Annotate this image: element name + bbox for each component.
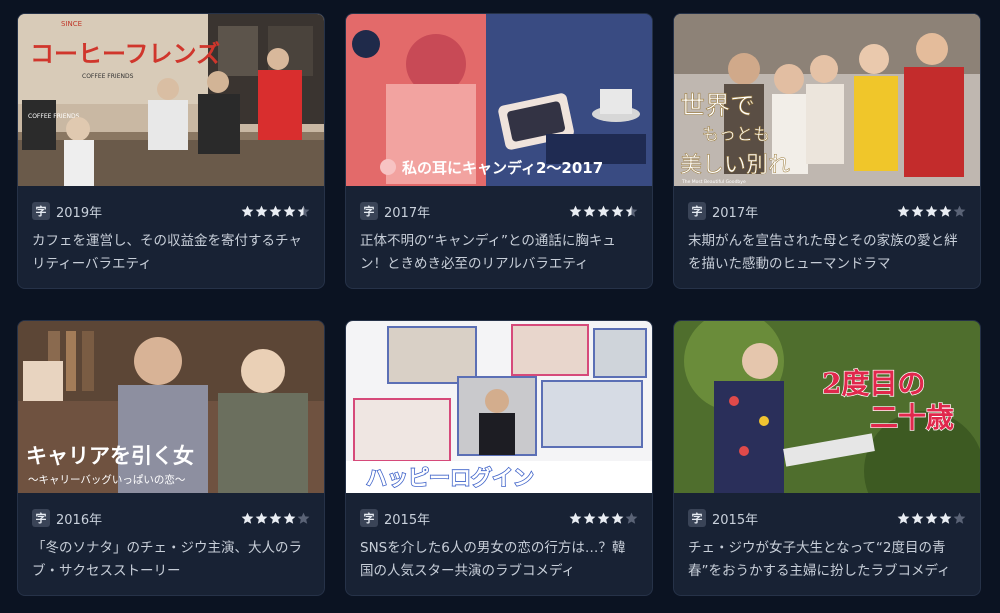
release-year: 2017年 <box>384 205 431 221</box>
rating-stars <box>897 205 966 218</box>
rating-stars <box>241 205 310 218</box>
star-icon-full <box>897 512 910 524</box>
show-logo-title: 私の耳にキャンディ2～2017 <box>401 159 603 177</box>
star-icon-empty <box>297 512 310 524</box>
card-meta: 字 2015年 <box>688 508 966 528</box>
star-icon-full <box>255 512 268 524</box>
card-meta: 字 2015年 <box>360 508 638 528</box>
since-text: SINCE <box>61 20 82 28</box>
show-logo-title: コーヒーフレンズ <box>30 40 220 68</box>
show-logo-title-line3: 美しい別れ <box>680 153 790 178</box>
rating-stars <box>897 512 966 525</box>
thumbnail: ハッピーログイン <box>346 321 652 493</box>
release-year: 2019年 <box>56 205 103 221</box>
subtitle-badge: 字 <box>688 509 706 527</box>
star-icon-full <box>925 512 938 524</box>
card-meta: 字 2017年 <box>688 201 966 221</box>
rating-stars <box>569 205 638 218</box>
program-description: SNSを介した6人の男女の恋の行方は…？韓国の人気スター共演のラブコメディ <box>360 540 626 579</box>
star-icon-full <box>939 512 952 524</box>
program-description: 「冬のソナタ」のチェ・ジウ主演、大人のラブ・サクセスストーリー <box>32 540 302 579</box>
program-card-most-beautiful-goodbye[interactable]: 世界で もっとも 美しい別れ The Most Beautiful Goodby… <box>673 13 981 289</box>
release-year: 2015年 <box>712 512 759 528</box>
program-card-second-twenty[interactable]: 2度目の 二十歳 字 2015年 チェ・ジウが女子大生となって“2度目の青春”を… <box>673 320 981 596</box>
show-logo-title-line1: 2度目の <box>822 367 925 400</box>
program-description: 正体不明の“キャンディ”との通話に胸キュン！ときめき必至のリアルバラエティ <box>360 233 616 272</box>
star-icon-half <box>297 205 310 217</box>
star-icon-empty <box>953 205 966 217</box>
star-icon-full <box>569 512 582 524</box>
star-icon-full <box>583 205 596 217</box>
card-meta: 字 2016年 <box>32 508 310 528</box>
release-year: 2016年 <box>56 512 103 528</box>
thumbnail: 私の耳にキャンディ2～2017 <box>346 14 652 186</box>
star-icon-full <box>269 205 282 217</box>
star-icon-full <box>283 205 296 217</box>
star-icon-full <box>569 205 582 217</box>
program-card-coffee-friends[interactable]: COFFEE FRIENDS SINCE コーヒーフレンズ COFFEE FRI… <box>17 13 325 289</box>
show-logo-title-line2: 二十歳 <box>870 401 954 434</box>
program-description: カフェを運営し、その収益金を寄付するチャリティーバラエティ <box>32 233 302 272</box>
program-description: チェ・ジウが女子大生となって“2度目の青春”をおうかする主婦に扮したラブコメディ <box>688 540 951 579</box>
show-logo-title-line2: もっとも <box>702 125 770 145</box>
card-meta: 字 2017年 <box>360 201 638 221</box>
show-logo-title: キャリアを引く女 <box>26 444 194 468</box>
star-icon-full <box>583 512 596 524</box>
star-icon-full <box>241 205 254 217</box>
subtitle-badge: 字 <box>32 202 50 220</box>
star-icon-empty <box>625 512 638 524</box>
star-icon-full <box>255 205 268 217</box>
star-icon-full <box>925 205 938 217</box>
subtitle-badge: 字 <box>688 202 706 220</box>
thumbnail: キャリアを引く女 ～キャリーバッグいっぱいの恋～ <box>18 321 324 493</box>
show-logo-subtitle: ～キャリーバッグいっぱいの恋～ <box>28 473 186 486</box>
star-icon-full <box>897 205 910 217</box>
thumbnail: 2度目の 二十歳 <box>674 321 980 493</box>
show-logo-subtitle: COFFEE FRIENDS <box>82 73 134 80</box>
star-icon-full <box>597 512 610 524</box>
program-card-happy-login[interactable]: ハッピーログイン 字 2015年 SNSを介した6人の男女の恋の行方は…？韓国の… <box>345 320 653 596</box>
subtitle-badge: 字 <box>32 509 50 527</box>
program-grid: COFFEE FRIENDS SINCE コーヒーフレンズ COFFEE FRI… <box>0 0 1000 613</box>
program-card-candy-in-my-ears[interactable]: 私の耳にキャンディ2～2017 字 2017年 正体不明の“キャンディ”との通話… <box>345 13 653 289</box>
program-card-woman-with-suitcase[interactable]: キャリアを引く女 ～キャリーバッグいっぱいの恋～ 字 2016年 「冬のソナタ」… <box>17 320 325 596</box>
thumbnail: COFFEE FRIENDS SINCE コーヒーフレンズ COFFEE FRI… <box>18 14 324 186</box>
show-logo-title-line1: 世界で <box>680 91 755 120</box>
release-year: 2017年 <box>712 205 759 221</box>
thumbnail: 世界で もっとも 美しい別れ The Most Beautiful Goodby… <box>674 14 980 186</box>
star-icon-full <box>911 512 924 524</box>
star-icon-full <box>939 205 952 217</box>
star-icon-empty <box>953 512 966 524</box>
rating-stars <box>241 512 310 525</box>
star-icon-full <box>611 512 624 524</box>
rating-stars <box>569 512 638 525</box>
show-logo-subtitle: The Most Beautiful Goodbye <box>681 179 746 185</box>
subtitle-badge: 字 <box>360 202 378 220</box>
show-logo-title: ハッピーログイン <box>366 466 534 490</box>
program-description: 末期がんを宣告された母とその家族の愛と絆を描いた感動のヒューマンドラマ <box>688 233 958 272</box>
star-icon-full <box>269 512 282 524</box>
star-icon-full <box>283 512 296 524</box>
card-meta: 字 2019年 <box>32 201 310 221</box>
star-icon-full <box>611 205 624 217</box>
subtitle-badge: 字 <box>360 509 378 527</box>
star-icon-full <box>597 205 610 217</box>
star-icon-full <box>911 205 924 217</box>
release-year: 2015年 <box>384 512 431 528</box>
star-icon-half <box>625 205 638 217</box>
star-icon-full <box>241 512 254 524</box>
